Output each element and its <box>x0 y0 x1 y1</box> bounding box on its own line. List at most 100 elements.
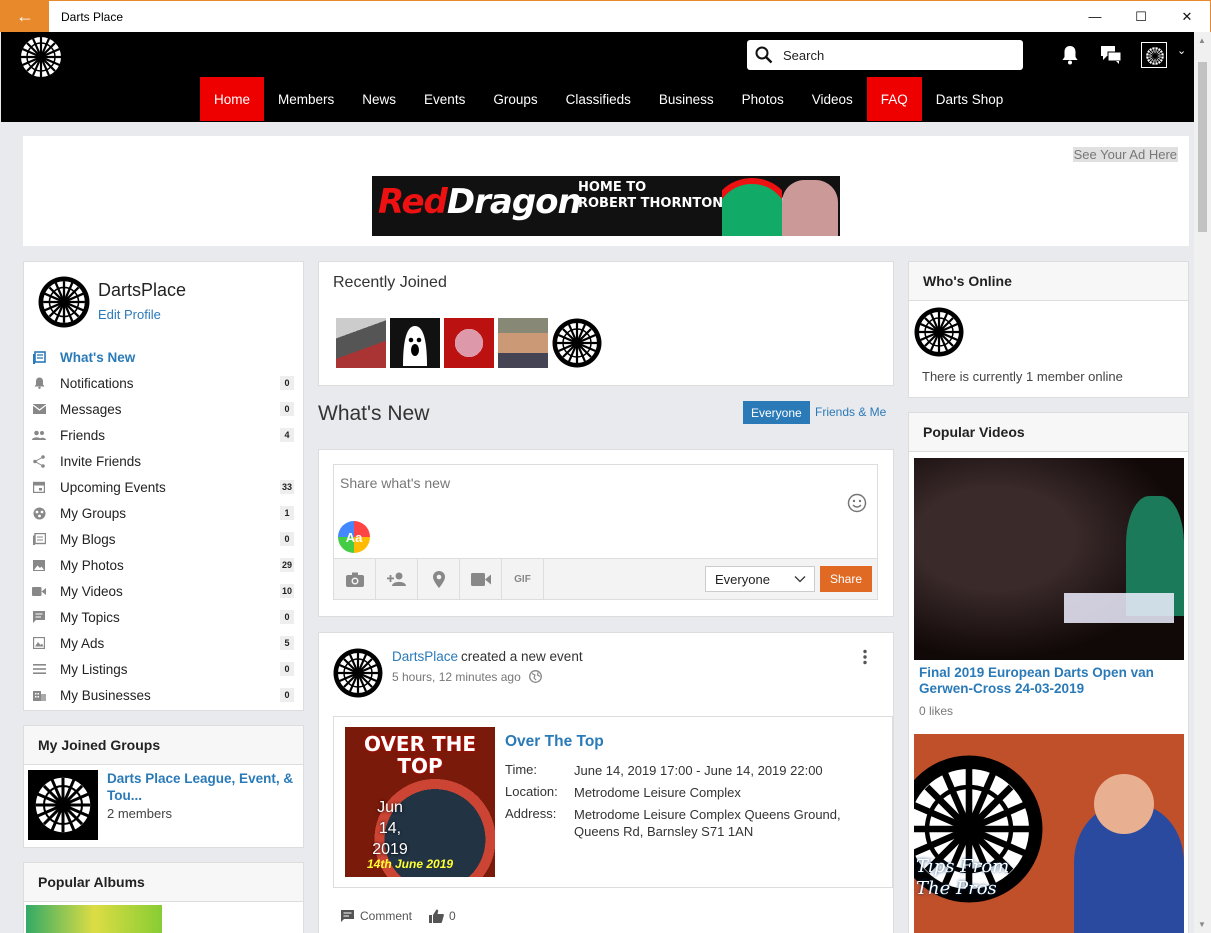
event-time-value: June 14, 2019 17:00 - June 14, 2019 22:0… <box>574 763 823 778</box>
feed-author-avatar[interactable] <box>333 648 383 698</box>
event-address-label: Address: <box>505 806 557 821</box>
joined-groups-title: My Joined Groups <box>24 726 303 765</box>
menu-invite-friends[interactable]: Invite Friends <box>32 448 298 474</box>
group-name-link[interactable]: Darts Place League, Event, & Tou... <box>107 770 297 804</box>
comment-button[interactable]: Comment <box>341 909 412 923</box>
menu-my-groups[interactable]: My Groups 1 <box>32 500 298 526</box>
member-avatar[interactable] <box>390 318 440 368</box>
recently-joined-title: Recently Joined <box>333 274 447 291</box>
member-avatar[interactable] <box>498 318 548 368</box>
nav-darts-shop[interactable]: Darts Shop <box>922 77 1018 121</box>
menu-my-topics[interactable]: My Topics 0 <box>32 604 298 630</box>
video-camera-icon[interactable] <box>460 559 502 599</box>
nav-news[interactable]: News <box>348 77 410 121</box>
maximize-icon[interactable]: ☐ <box>1118 1 1164 32</box>
location-icon[interactable] <box>418 559 460 599</box>
share-input[interactable] <box>340 475 820 515</box>
popular-albums-panel: Popular Albums <box>23 862 304 933</box>
minimize-icon[interactable]: — <box>1072 1 1118 32</box>
site-logo[interactable] <box>16 32 66 82</box>
menu-my-ads[interactable]: My Ads 5 <box>32 630 298 656</box>
video-title-link[interactable]: Final 2019 European Darts Open van Gerwe… <box>919 665 1179 697</box>
more-options-icon[interactable] <box>863 649 867 665</box>
like-button[interactable]: 0 <box>429 909 456 923</box>
main-nav: Home Members News Events Groups Classifi… <box>200 77 1017 121</box>
red-dragon-ad[interactable]: RedDragon HOME TO ROBERT THORNTON'S DARTS <box>372 176 840 236</box>
nav-events[interactable]: Events <box>410 77 479 121</box>
ad-brand: RedDragon <box>378 182 582 222</box>
tag-friend-icon[interactable] <box>376 559 418 599</box>
ads-count: 5 <box>280 636 294 650</box>
video-player-face <box>1094 774 1154 834</box>
bell-icon[interactable] <box>1059 44 1081 66</box>
chat-icon[interactable] <box>1100 44 1122 66</box>
events-count: 33 <box>279 480 294 494</box>
chevron-down-icon[interactable]: ⌄ <box>1177 44 1186 57</box>
feed-item: DartsPlace created a new event 5 hours, … <box>318 632 894 933</box>
edit-profile-link[interactable]: Edit Profile <box>98 307 161 322</box>
text-style-button[interactable]: Aa <box>338 521 370 553</box>
event-poster[interactable]: OVER THE TOP 14th June 2019 Jun 14, 2019 <box>345 727 495 877</box>
video-thumbnail[interactable]: Tips From The Pros <box>914 734 1184 933</box>
nav-faq[interactable]: FAQ <box>866 77 922 121</box>
user-avatar[interactable] <box>1141 42 1167 68</box>
nav-classifieds[interactable]: Classifieds <box>552 77 645 121</box>
nav-business[interactable]: Business <box>645 77 728 121</box>
event-time-label: Time: <box>505 762 538 777</box>
messages-count: 0 <box>280 402 294 416</box>
back-arrow-icon[interactable]: ← <box>1 1 49 32</box>
scroll-up-icon[interactable]: ▲ <box>1198 36 1206 45</box>
album-thumbnail[interactable] <box>26 905 162 933</box>
online-member-avatar[interactable] <box>914 307 964 357</box>
search-input[interactable] <box>783 47 1003 63</box>
menu-messages[interactable]: Messages 0 <box>32 396 298 422</box>
close-icon[interactable]: ✕ <box>1164 1 1210 32</box>
event-title-link[interactable]: Over The Top <box>505 733 604 751</box>
nav-groups[interactable]: Groups <box>479 77 551 121</box>
gif-button[interactable]: GIF <box>502 559 544 599</box>
site-header: ⌄ Home Members News Events Groups Classi… <box>1 32 1194 122</box>
nav-home[interactable]: Home <box>200 77 265 121</box>
whos-online-panel: Who's Online There is currently 1 member… <box>908 261 1189 398</box>
thumbs-up-icon <box>429 909 444 923</box>
video-thumbnail[interactable] <box>914 458 1184 660</box>
vertical-scrollbar[interactable]: ▲ ▼ <box>1194 32 1211 933</box>
menu-my-photos[interactable]: My Photos 29 <box>32 552 298 578</box>
see-your-ad-link[interactable]: See Your Ad Here <box>1072 147 1178 162</box>
online-count-text: There is currently 1 member online <box>922 369 1123 384</box>
video-caption: Tips From The Pros <box>916 856 1010 899</box>
feed-author-link[interactable]: DartsPlace <box>392 649 458 664</box>
profile-avatar[interactable] <box>38 276 90 328</box>
scrollbar-thumb[interactable] <box>1198 62 1207 232</box>
menu-upcoming-events[interactable]: Upcoming Events 33 <box>32 474 298 500</box>
menu-my-videos[interactable]: My Videos 10 <box>32 578 298 604</box>
camera-icon[interactable] <box>334 559 376 599</box>
nav-photos[interactable]: Photos <box>728 77 798 121</box>
nav-members[interactable]: Members <box>264 77 348 121</box>
blogs-count: 0 <box>280 532 294 546</box>
member-avatar[interactable] <box>336 318 386 368</box>
event-location-label: Location: <box>505 784 558 799</box>
event-card[interactable]: OVER THE TOP 14th June 2019 Jun 14, 2019… <box>333 716 893 888</box>
privacy-select[interactable]: Everyone <box>705 566 815 592</box>
member-avatar[interactable] <box>444 318 494 368</box>
search-box[interactable] <box>747 40 1023 70</box>
share-button[interactable]: Share <box>820 566 872 592</box>
businesses-count: 0 <box>280 688 294 702</box>
menu-whats-new[interactable]: What's New <box>32 344 298 370</box>
menu-my-businesses[interactable]: My Businesses 0 <box>32 682 298 708</box>
member-avatar[interactable] <box>552 318 602 368</box>
videos-count: 10 <box>279 584 294 598</box>
calendar-icon <box>32 480 46 494</box>
menu-my-blogs[interactable]: My Blogs 0 <box>32 526 298 552</box>
menu-my-listings[interactable]: My Listings 0 <box>32 656 298 682</box>
scroll-down-icon[interactable]: ▼ <box>1198 920 1206 929</box>
nav-videos[interactable]: Videos <box>798 77 867 121</box>
emoji-icon[interactable] <box>847 493 867 513</box>
menu-notifications[interactable]: Notifications 0 <box>32 370 298 396</box>
menu-friends[interactable]: Friends 4 <box>32 422 298 448</box>
group-thumbnail[interactable] <box>28 770 98 840</box>
listing-icon <box>32 662 46 676</box>
tab-friends-and-me[interactable]: Friends & Me <box>815 405 886 419</box>
tab-everyone[interactable]: Everyone <box>743 401 810 424</box>
